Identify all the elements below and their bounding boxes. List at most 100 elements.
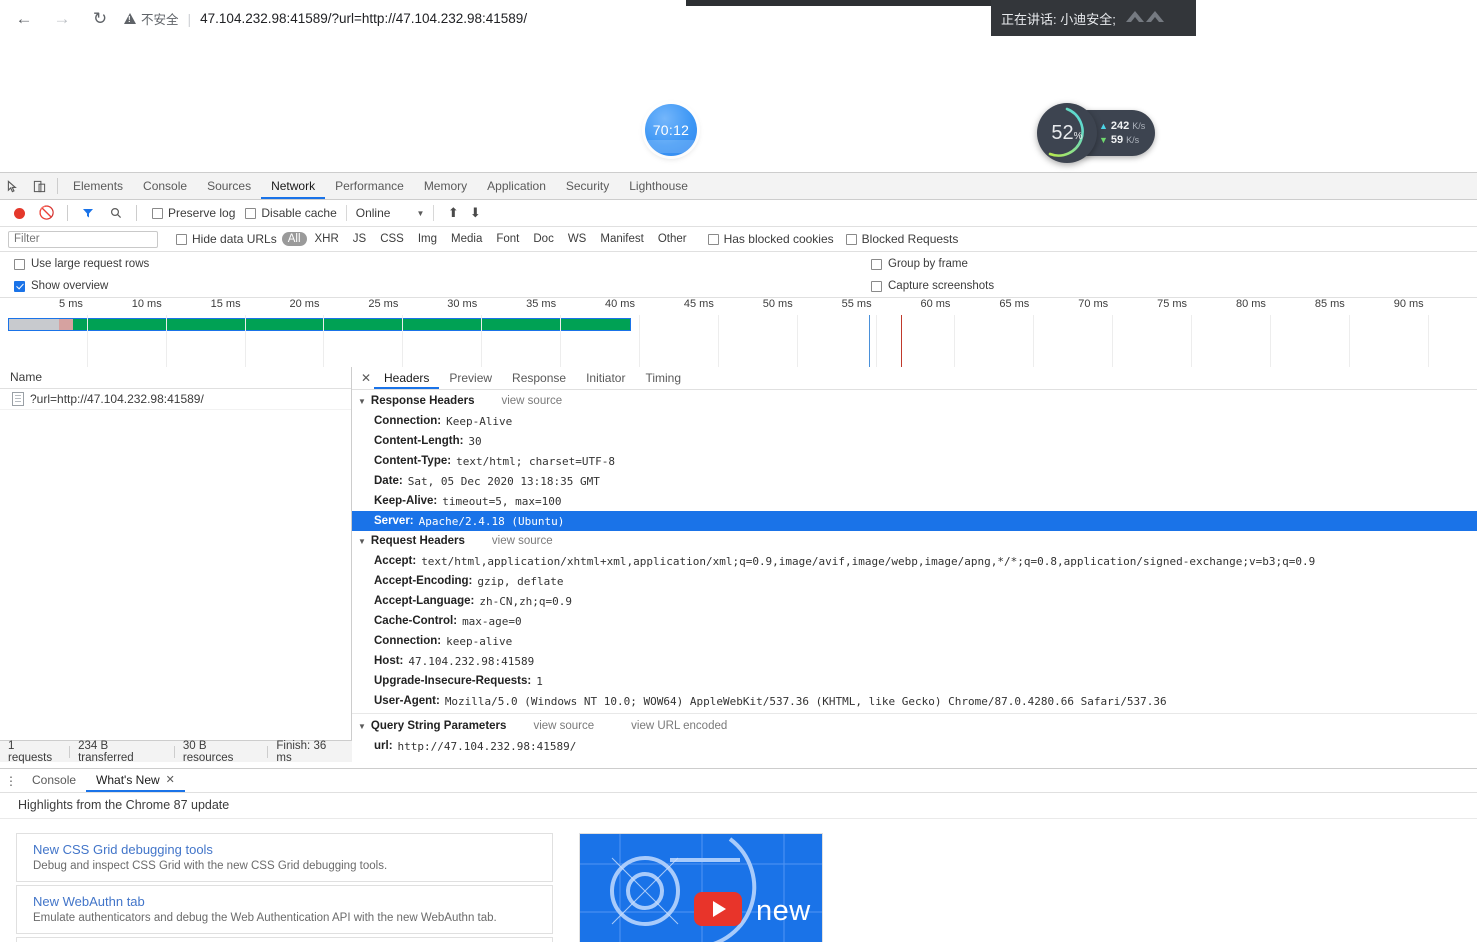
tab-security[interactable]: Security <box>556 173 619 199</box>
security-label: 不安全 <box>141 13 179 27</box>
clear-icon[interactable]: 🚫 <box>34 200 60 226</box>
header-row[interactable]: Connection: keep-alive <box>352 631 1477 651</box>
type-chip-other[interactable]: Other <box>652 232 693 246</box>
type-chip-all[interactable]: All <box>281 232 307 246</box>
blocked-requests-checkbox[interactable]: Blocked Requests <box>845 232 958 246</box>
header-row[interactable]: Accept: text/html,application/xhtml+xml,… <box>352 551 1477 571</box>
tab-sources[interactable]: Sources <box>197 173 261 199</box>
list-item[interactable]: Move tools between top and bottom panel <box>16 937 553 942</box>
header-row[interactable]: Cache-Control: max-age=0 <box>352 611 1477 631</box>
type-chip-doc[interactable]: Doc <box>527 232 559 246</box>
security-warning[interactable]: 不安全 <box>124 9 179 28</box>
list-item[interactable]: New WebAuthn tab Emulate authenticators … <box>16 885 553 934</box>
system-monitor-widget[interactable]: ▲ 242 K/s ▼ 59 K/s 52 % <box>1037 103 1155 163</box>
filter-input[interactable] <box>8 230 158 248</box>
type-chip-ws[interactable]: WS <box>562 232 593 246</box>
close-icon[interactable]: ✕ <box>358 371 374 385</box>
filter-icon[interactable] <box>75 200 101 226</box>
query-view-source-link[interactable]: view source <box>533 720 594 732</box>
header-row[interactable]: Connection: Keep-Alive <box>352 411 1477 431</box>
timeline-gridline <box>481 315 483 368</box>
header-row-selected[interactable]: Server: Apache/2.4.18 (Ubuntu) <box>352 511 1477 531</box>
header-row[interactable]: User-Agent: Mozilla/5.0 (Windows NT 10.0… <box>352 691 1477 711</box>
whats-new-video-thumbnail[interactable]: new <box>579 833 823 942</box>
header-name: Accept-Language: <box>374 595 475 607</box>
request-headers-section-title[interactable]: ▼ Request Headers view source <box>352 531 1477 551</box>
show-overview-checkbox[interactable]: Show overview <box>14 280 108 292</box>
more-options-icon[interactable]: ⋮ <box>0 774 22 788</box>
timeline-gridline <box>1033 315 1035 368</box>
header-row[interactable]: Accept-Encoding: gzip, deflate <box>352 571 1477 591</box>
header-row[interactable]: Content-Length: 30 <box>352 431 1477 451</box>
forward-arrow-icon[interactable]: → <box>48 5 76 33</box>
search-icon[interactable] <box>103 200 129 226</box>
header-row[interactable]: Host: 47.104.232.98:41589 <box>352 651 1477 671</box>
header-row[interactable]: Keep-Alive: timeout=5, max=100 <box>352 491 1477 511</box>
back-arrow-icon[interactable]: ← <box>10 5 38 33</box>
header-name: Host: <box>374 655 404 667</box>
upload-value: 242 <box>1110 119 1130 132</box>
header-row[interactable]: Date: Sat, 05 Dec 2020 13:18:35 GMT <box>352 471 1477 491</box>
drawer-tab-whats-new[interactable]: What's New ✕ <box>86 769 185 792</box>
type-chip-media[interactable]: Media <box>445 232 488 246</box>
tab-console[interactable]: Console <box>133 173 197 199</box>
header-row[interactable]: Upgrade-Insecure-Requests: 1 <box>352 671 1477 691</box>
network-overview-chart[interactable]: 5 ms 10 ms 15 ms 20 ms 25 ms 30 ms 35 ms 40 ms 4… <box>0 298 1477 369</box>
detail-tab-timing[interactable]: Timing <box>635 367 691 389</box>
card-title[interactable]: New WebAuthn tab <box>33 894 536 909</box>
detail-tab-initiator[interactable]: Initiator <box>576 367 635 389</box>
type-chip-img[interactable]: Img <box>412 232 443 246</box>
list-item[interactable]: New CSS Grid debugging tools Debug and i… <box>16 833 553 882</box>
throttling-select[interactable]: Online ▼ <box>356 206 425 220</box>
tab-performance[interactable]: Performance <box>325 173 414 199</box>
tab-lighthouse[interactable]: Lighthouse <box>619 173 698 199</box>
response-view-source-link[interactable]: view source <box>501 395 562 407</box>
disable-cache-checkbox[interactable]: Disable cache <box>245 206 337 220</box>
type-chip-css[interactable]: CSS <box>374 232 410 246</box>
capture-screenshots-checkbox[interactable]: Capture screenshots <box>871 280 994 292</box>
group-by-frame-checkbox[interactable]: Group by frame <box>871 258 968 270</box>
header-row[interactable]: Content-Type: text/html; charset=UTF-8 <box>352 451 1477 471</box>
table-row[interactable]: ?url=http://47.104.232.98:41589/ <box>0 389 351 410</box>
hide-data-urls-checkbox[interactable]: Hide data URLs <box>176 232 277 246</box>
address-bar[interactable]: 不安全 | 47.104.232.98:41589/?url=http://47… <box>124 6 1463 32</box>
detail-tab-response[interactable]: Response <box>502 367 576 389</box>
query-string-section-title[interactable]: ▼ Query String Parameters view source vi… <box>352 716 1477 736</box>
type-chip-js[interactable]: JS <box>347 232 372 246</box>
tab-network[interactable]: Network <box>261 173 325 199</box>
tab-elements[interactable]: Elements <box>63 173 133 199</box>
type-chip-xhr[interactable]: XHR <box>309 232 345 246</box>
has-blocked-cookies-box <box>707 233 719 245</box>
has-blocked-cookies-checkbox[interactable]: Has blocked cookies <box>707 232 834 246</box>
record-button-icon[interactable] <box>6 200 32 226</box>
speaking-overlay[interactable]: 正在讲话: 小迪安全; <box>991 0 1196 36</box>
card-title[interactable]: New CSS Grid debugging tools <box>33 842 536 857</box>
tab-memory[interactable]: Memory <box>414 173 477 199</box>
reload-icon[interactable]: ↻ <box>86 5 114 33</box>
floating-timer-widget[interactable]: 70:12 <box>645 104 697 156</box>
detail-tab-headers[interactable]: Headers <box>374 367 439 389</box>
header-name: Keep-Alive: <box>374 495 438 507</box>
device-toolbar-icon[interactable] <box>26 173 52 199</box>
request-list-column-name[interactable]: Name <box>0 367 351 389</box>
detail-tab-preview[interactable]: Preview <box>439 367 502 389</box>
param-value: http://47.104.232.98:41589/ <box>397 739 577 753</box>
request-view-source-link[interactable]: view source <box>492 535 553 547</box>
export-har-icon[interactable]: ⬇ <box>465 205 485 221</box>
query-view-url-encoded-link[interactable]: view URL encoded <box>631 720 727 732</box>
timeline-tick-label: 55 ms <box>841 298 872 310</box>
drawer-tab-console[interactable]: Console <box>22 769 86 792</box>
type-chip-font[interactable]: Font <box>490 232 525 246</box>
use-large-request-rows-checkbox[interactable]: Use large request rows <box>14 258 149 270</box>
header-row[interactable]: Accept-Language: zh-CN,zh;q=0.9 <box>352 591 1477 611</box>
type-chip-manifest[interactable]: Manifest <box>594 232 649 246</box>
close-icon[interactable]: ✕ <box>166 769 175 792</box>
preserve-log-checkbox[interactable]: Preserve log <box>152 206 235 220</box>
header-name: Connection: <box>374 635 442 647</box>
query-param-row[interactable]: url: http://47.104.232.98:41589/ <box>352 736 1477 756</box>
inspect-element-icon[interactable] <box>0 173 26 199</box>
youtube-play-icon[interactable] <box>694 892 742 926</box>
response-headers-section-title[interactable]: ▼ Response Headers view source <box>352 391 1477 411</box>
import-har-icon[interactable]: ⬆ <box>443 205 463 221</box>
tab-application[interactable]: Application <box>477 173 556 199</box>
